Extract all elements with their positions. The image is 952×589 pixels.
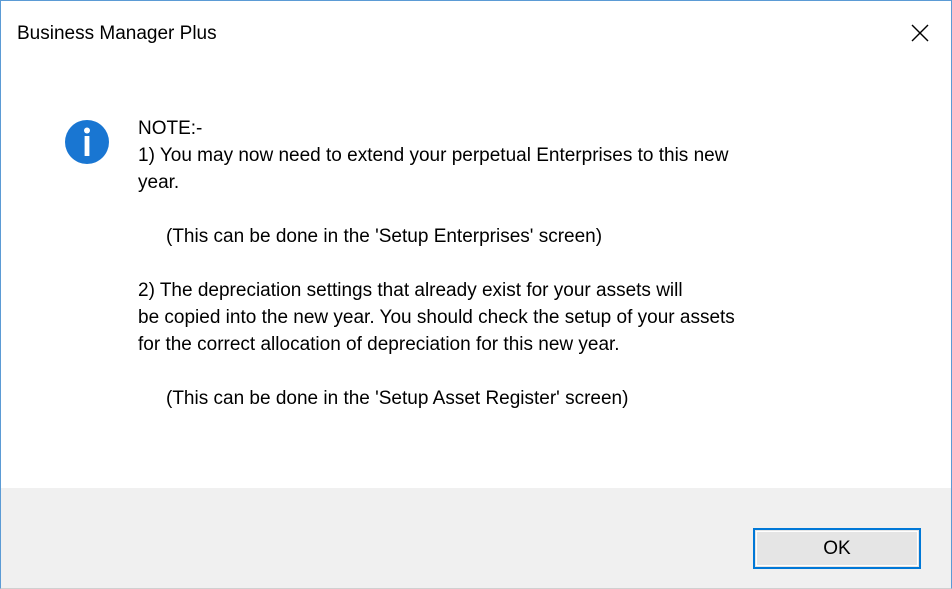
message-line: for the correct allocation of depreciati… xyxy=(138,334,620,355)
message-line: year. xyxy=(138,172,180,193)
message-line: (This can be done in the 'Setup Enterpri… xyxy=(166,226,603,247)
ok-button[interactable]: OK xyxy=(753,528,921,569)
window-title: Business Manager Plus xyxy=(17,23,217,44)
message-dialog: Business Manager Plus NOTE:- 1) You may … xyxy=(0,0,952,589)
title-bar: Business Manager Plus xyxy=(1,1,951,65)
close-icon xyxy=(911,24,929,42)
message-line: 2) The depreciation settings that alread… xyxy=(138,280,683,301)
info-icon xyxy=(65,120,109,164)
close-button[interactable] xyxy=(889,1,951,65)
message-line: 1) You may now need to extend your perpe… xyxy=(138,145,729,166)
button-bar: OK xyxy=(1,488,951,588)
message-text: NOTE:- 1) You may now need to extend you… xyxy=(138,115,928,412)
message-line: (This can be done in the 'Setup Asset Re… xyxy=(166,388,629,409)
message-area: NOTE:- 1) You may now need to extend you… xyxy=(1,65,951,488)
message-line: NOTE:- xyxy=(138,118,203,139)
message-line: be copied into the new year. You should … xyxy=(138,307,735,328)
